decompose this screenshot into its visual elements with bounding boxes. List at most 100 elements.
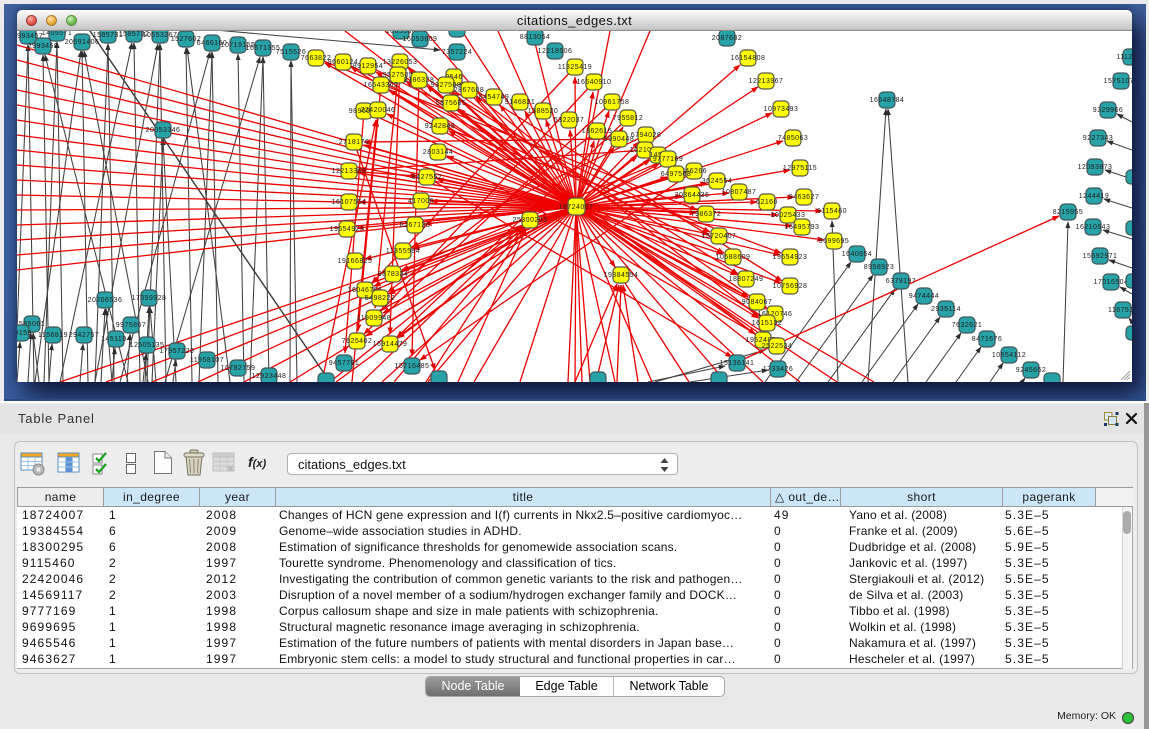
svg-text:10973493: 10973493	[764, 106, 799, 113]
svg-text:16648784: 16648784	[870, 97, 905, 104]
svg-text:1640954: 1640954	[842, 251, 872, 258]
svg-text:5322037: 5322037	[554, 117, 584, 124]
svg-text:19654923: 19654923	[773, 254, 808, 261]
svg-text:12975115: 12975115	[783, 165, 817, 172]
svg-text:18807249: 18807249	[729, 276, 764, 283]
svg-text:9777169: 9777169	[653, 156, 683, 163]
svg-text:10756928: 10756928	[773, 283, 808, 290]
svg-text:9146821: 9146821	[505, 99, 535, 106]
svg-text:1244419: 1244419	[1079, 193, 1109, 200]
svg-text:10688609: 10688609	[716, 254, 751, 261]
svg-text:13226053: 13226053	[383, 59, 418, 66]
svg-text:7986372: 7986372	[691, 211, 721, 218]
svg-text:12213967: 12213967	[749, 78, 784, 85]
svg-text:2942757: 2942757	[69, 332, 99, 339]
svg-text:7625402: 7625402	[342, 338, 372, 345]
svg-text:9329966: 9329966	[1093, 107, 1123, 114]
svg-text:9699695: 9699695	[819, 238, 849, 245]
svg-text:2718176: 2718176	[339, 139, 369, 146]
svg-text:8427552: 8427552	[412, 174, 442, 181]
svg-text:12093873: 12093873	[1078, 164, 1113, 171]
svg-text:2935114: 2935114	[931, 306, 961, 313]
svg-text:10961758: 10961758	[595, 99, 630, 106]
svg-text:20691406: 20691406	[65, 39, 100, 46]
svg-text:1451194: 1451194	[101, 336, 131, 343]
svg-text:1588520: 1588520	[528, 108, 558, 115]
svg-text:23420046: 23420046	[361, 107, 396, 114]
svg-text:17016504: 17016504	[1094, 279, 1129, 286]
svg-text:15692971: 15692971	[1083, 253, 1118, 260]
svg-text:16210643: 16210643	[1076, 224, 1111, 231]
svg-text:11958107: 11958107	[190, 357, 224, 364]
svg-text:9227343: 9227343	[1083, 135, 1113, 142]
svg-text:7485063: 7485063	[778, 135, 808, 142]
svg-text:20364436: 20364436	[675, 192, 710, 199]
svg-text:20206536: 20206536	[88, 297, 123, 304]
svg-text:10654112: 10654112	[992, 352, 1026, 359]
svg-text:19384554: 19384554	[604, 272, 639, 279]
svg-text:1733426: 1733426	[763, 366, 793, 373]
svg-text:16782759: 16782759	[221, 365, 256, 372]
svg-text:5875685: 5875685	[436, 100, 466, 107]
svg-text:11909948: 11909948	[357, 315, 391, 322]
svg-text:9474444: 9474444	[909, 293, 939, 300]
svg-text:25300203: 25300203	[513, 217, 548, 224]
svg-text:16154808: 16154808	[731, 55, 766, 62]
svg-text:2522534: 2522534	[762, 343, 792, 350]
svg-text:7955812: 7955812	[613, 115, 643, 122]
svg-text:1362615: 1362615	[582, 128, 612, 135]
svg-text:9457791: 9457791	[329, 360, 359, 367]
svg-text:6794028: 6794028	[631, 132, 661, 139]
svg-text:9245652: 9245652	[1016, 367, 1046, 374]
svg-text:1112845: 1112845	[1116, 54, 1132, 61]
svg-text:19654923: 19654923	[330, 226, 365, 233]
svg-text:10807487: 10807487	[722, 189, 757, 196]
svg-text:19166825: 19166825	[338, 258, 373, 265]
svg-text:1156819: 1156819	[38, 332, 68, 339]
svg-text:7632621: 7632621	[952, 322, 982, 329]
svg-text:6379197: 6379197	[886, 278, 916, 285]
svg-text:8990448: 8990448	[604, 136, 634, 143]
svg-text:9242848: 9242848	[425, 123, 455, 130]
svg-text:5498222: 5498222	[365, 295, 395, 302]
svg-text:16495793: 16495793	[785, 224, 820, 231]
svg-text:8958923: 8958923	[864, 264, 894, 271]
svg-text:15136141: 15136141	[720, 360, 755, 367]
svg-text:6497568: 6497568	[661, 171, 691, 178]
svg-text:8813054: 8813054	[520, 34, 550, 41]
svg-text:17957223: 17957223	[160, 348, 195, 355]
svg-text:2867608: 2867608	[454, 87, 484, 94]
svg-text:12218506: 12218506	[538, 48, 573, 55]
svg-text:15751074: 15751074	[1104, 78, 1132, 85]
svg-text:1167533: 1167533	[1108, 307, 1132, 314]
svg-text:9084067: 9084067	[742, 299, 772, 306]
svg-text:62160: 62160	[756, 199, 778, 206]
svg-text:16914479: 16914479	[373, 341, 408, 348]
svg-text:11325419: 11325419	[558, 64, 592, 71]
svg-text:8267130: 8267130	[400, 222, 430, 229]
svg-text:9463627: 9463627	[789, 194, 819, 201]
svg-text:1615132: 1615132	[752, 320, 782, 327]
svg-text:1405571: 1405571	[42, 31, 72, 37]
svg-text:15716485: 15716485	[395, 363, 430, 370]
svg-text:16640910: 16640910	[577, 79, 612, 86]
svg-text:1572302: 1572302	[442, 31, 472, 33]
svg-text:16107554: 16107554	[332, 199, 367, 206]
svg-text:8471676: 8471676	[972, 336, 1002, 343]
svg-text:8912954: 8912954	[353, 63, 383, 70]
svg-text:9115460: 9115460	[817, 208, 847, 215]
svg-text:15720407: 15720407	[702, 233, 737, 240]
svg-text:16053809: 16053809	[403, 36, 438, 43]
svg-text:39159: 39159	[17, 330, 32, 337]
svg-text:17359928: 17359928	[132, 295, 167, 302]
svg-text:20053346: 20053346	[146, 127, 181, 134]
svg-text:12923448: 12923448	[252, 373, 287, 380]
svg-text:11355594: 11355594	[386, 248, 420, 255]
svg-text:2993458: 2993458	[28, 43, 58, 50]
svg-text:16543362: 16543362	[364, 82, 399, 89]
svg-text:12213369: 12213369	[332, 168, 367, 175]
svg-text:417006: 417006	[408, 198, 434, 205]
svg-text:18724007: 18724007	[559, 204, 594, 211]
svg-text:7663822: 7663822	[301, 55, 331, 62]
svg-text:2803144: 2803144	[423, 149, 453, 156]
